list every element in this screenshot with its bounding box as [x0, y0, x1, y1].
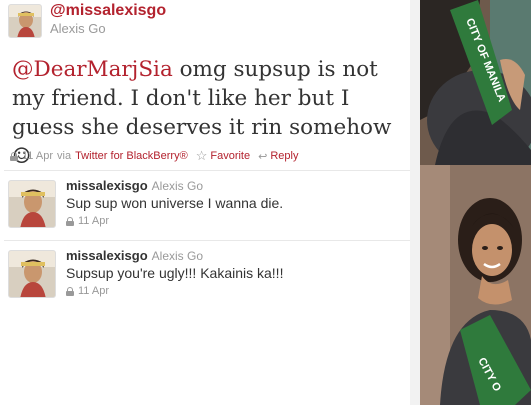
client-link[interactable]: Twitter for BlackBerry® — [75, 150, 188, 162]
reply-name: Alexis Go — [151, 179, 204, 193]
main-tweet-meta: 11 Apr via Twitter for BlackBerry® ☆ Fav… — [10, 148, 298, 164]
reply-button[interactable]: Reply — [270, 150, 298, 162]
avatar[interactable] — [8, 250, 56, 298]
main-tweet-time[interactable]: 11 Apr — [22, 150, 53, 162]
reply-time[interactable]: 11 Apr — [78, 285, 109, 297]
avatar[interactable] — [8, 180, 56, 228]
lock-icon — [66, 286, 74, 296]
lock-icon — [66, 216, 74, 226]
mention-link[interactable]: @DearMarjSia — [12, 57, 173, 82]
reply-name: Alexis Go — [151, 249, 204, 263]
reply-arrow-icon[interactable]: ↩ — [258, 150, 267, 163]
star-icon[interactable]: ☆ — [196, 148, 208, 164]
main-tweet: @missalexisgo Alexis Go @DearMarjSia omg… — [0, 0, 414, 170]
gutter — [410, 0, 420, 405]
pageant-photo: CITY OF MANILA CITY O — [420, 0, 531, 405]
via-label: via — [57, 150, 72, 162]
reply-text: Sup sup won universe I wanna die. — [66, 195, 284, 211]
reply-tweet: missalexisgo Alexis Go Sup sup won univer… — [4, 170, 410, 240]
avatar-image — [9, 181, 55, 227]
avatar-image — [9, 5, 41, 37]
avatar[interactable] — [8, 4, 42, 38]
tweet-page: @missalexisgo Alexis Go @DearMarjSia omg… — [0, 0, 531, 405]
reply-username[interactable]: missalexisgo — [66, 178, 148, 193]
reply-meta: 11 Apr — [66, 285, 109, 297]
reply-user: missalexisgo Alexis Go — [66, 178, 203, 193]
favorite-button[interactable]: Favorite — [210, 150, 250, 162]
avatar-image — [9, 251, 55, 297]
main-tweet-handle[interactable]: @missalexisgo — [50, 2, 166, 20]
reply-text: Supsup you're ugly!!! Kakainis ka!!! — [66, 265, 284, 281]
reply-time[interactable]: 11 Apr — [78, 215, 109, 227]
divider — [4, 240, 410, 241]
lock-icon — [10, 151, 18, 161]
reply-username[interactable]: missalexisgo — [66, 248, 148, 263]
reply-meta: 11 Apr — [66, 215, 109, 227]
main-tweet-name: Alexis Go — [50, 21, 106, 36]
reply-tweet: missalexisgo Alexis Go Supsup you're ugly… — [4, 240, 410, 310]
divider — [4, 170, 410, 171]
reply-user: missalexisgo Alexis Go — [66, 248, 203, 263]
photo-panel: CITY OF MANILA CITY O — [420, 0, 531, 405]
